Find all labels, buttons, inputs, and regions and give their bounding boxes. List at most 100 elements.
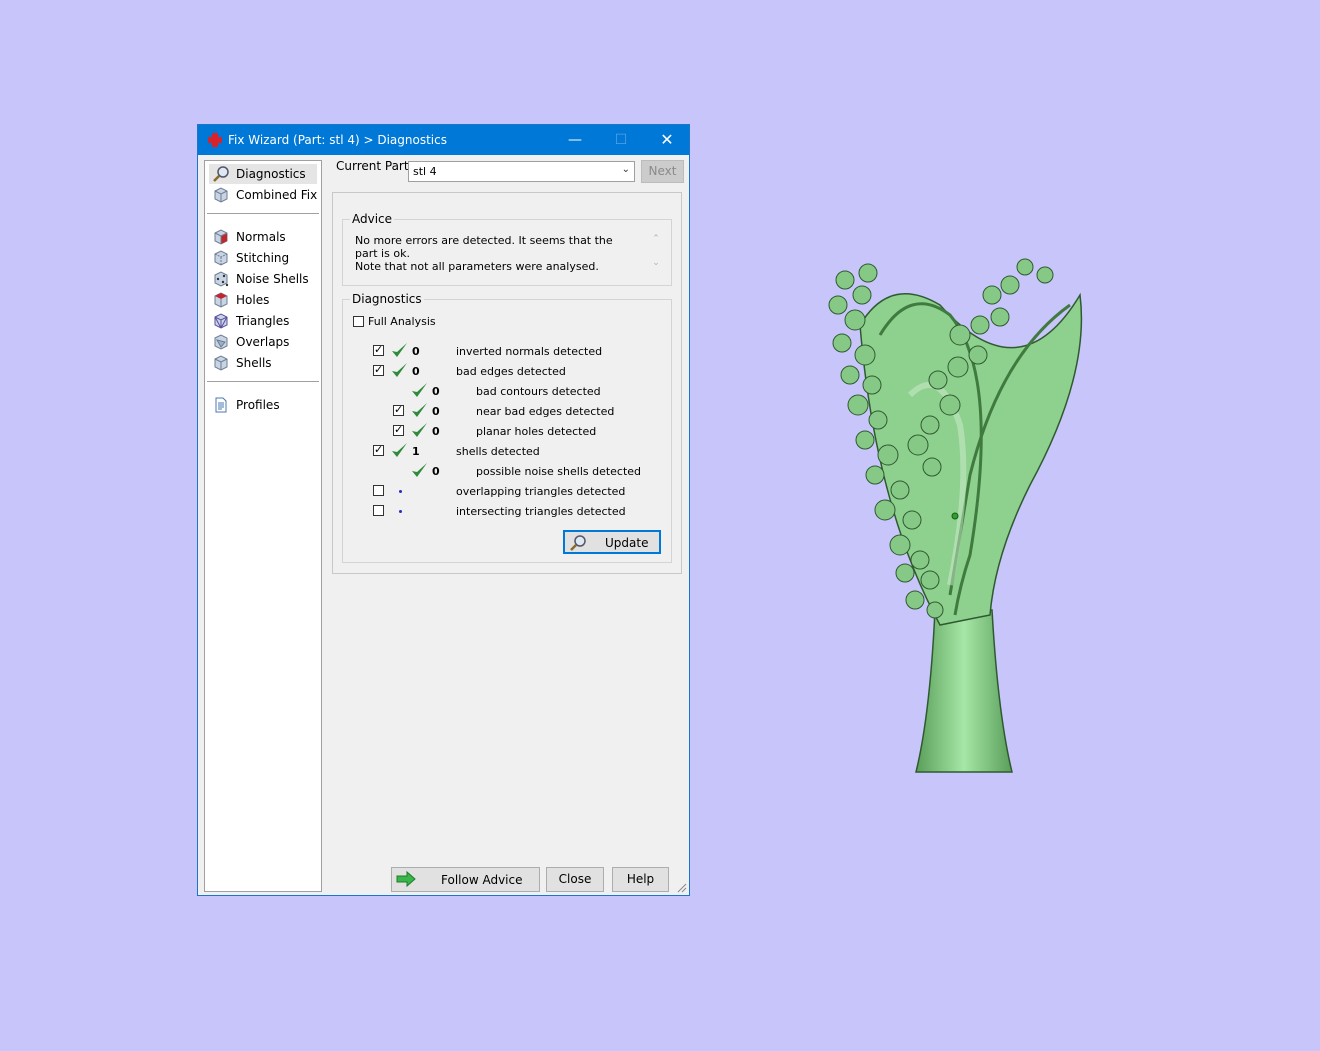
noise-shells-icon — [214, 271, 229, 287]
sidebar: Diagnostics Combined Fix Normals Stitchi… — [204, 160, 322, 892]
sidebar-item-label: Stitching — [236, 251, 290, 265]
green-check-icon — [412, 463, 427, 477]
sidebar-item-label: Triangles — [236, 314, 290, 328]
advice-line: Note that not all parameters were analys… — [355, 260, 599, 273]
sidebar-item-shells[interactable]: Shells — [209, 353, 317, 373]
close-window-button[interactable]: ✕ — [644, 125, 690, 155]
planar-holes-label: planar holes detected — [476, 425, 597, 438]
bad-contours-label: bad contours detected — [476, 385, 601, 398]
advice-line: No more errors are detected. It seems th… — [355, 234, 613, 260]
sidebar-item-label: Normals — [236, 230, 286, 244]
inverted-normals-checkbox[interactable]: ✓ — [373, 343, 384, 356]
overlapping-triangles-label: overlapping triangles detected — [456, 485, 626, 498]
green-check-icon — [412, 383, 427, 397]
shells-checkbox[interactable]: ✓ — [373, 443, 384, 456]
near-bad-edges-label: near bad edges detected — [476, 405, 615, 418]
green-check-icon — [392, 343, 407, 357]
advice-title: Advice — [350, 212, 395, 226]
minimize-button[interactable]: — — [552, 125, 598, 155]
sidebar-item-label: Overlaps — [236, 335, 290, 349]
green-check-icon — [412, 423, 427, 437]
red-cross-app-icon — [208, 133, 222, 147]
advice-text: No more errors are detected. It seems th… — [355, 234, 635, 273]
diagnostics-title: Diagnostics — [350, 292, 424, 306]
follow-advice-label: Follow Advice — [441, 873, 523, 887]
sidebar-item-holes[interactable]: Holes — [209, 290, 317, 310]
fix-wizard-window: Fix Wizard (Part: stl 4) > Diagnostics —… — [197, 124, 690, 896]
sidebar-divider — [207, 381, 319, 382]
chevron-down-icon: ⌄ — [621, 164, 630, 175]
sidebar-item-normals[interactable]: Normals — [209, 227, 317, 247]
near-bad-edges-checkbox[interactable]: ✓ — [393, 403, 404, 416]
sidebar-item-stitching[interactable]: Stitching — [209, 248, 317, 268]
current-part-value: stl 4 — [413, 165, 437, 178]
window-title: Fix Wizard (Part: stl 4) > Diagnostics — [228, 133, 447, 147]
sidebar-item-label: Diagnostics — [236, 167, 306, 181]
diagnostics-group: Diagnostics Full Analysis ✓ 0 inverted n… — [342, 292, 672, 563]
update-button[interactable]: Update — [563, 530, 661, 554]
inverted-normals-label: inverted normals detected — [456, 345, 603, 358]
inverted-normals-count: 0 — [412, 345, 420, 358]
cube-icon — [214, 187, 228, 203]
update-label: Update — [605, 536, 649, 550]
intersecting-triangles-checkbox[interactable] — [373, 505, 384, 516]
green-check-icon — [412, 403, 427, 417]
sidebar-item-noise-shells[interactable]: Noise Shells — [209, 269, 317, 289]
current-part-label: Current Part: — [336, 159, 413, 173]
help-button[interactable]: Help — [612, 867, 669, 892]
noise-shells-label: possible noise shells detected — [476, 465, 642, 478]
advice-group: Advice No more errors are detected. It s… — [342, 212, 672, 286]
sidebar-item-triangles[interactable]: Triangles — [209, 311, 317, 331]
triangles-cube-icon — [214, 313, 228, 329]
sidebar-item-label: Profiles — [236, 398, 280, 412]
current-part-select[interactable]: stl 4 ⌄ — [408, 161, 635, 182]
sidebar-item-profiles[interactable]: Profiles — [209, 395, 317, 415]
not-analysed-dot-icon — [399, 490, 402, 493]
shells-count: 1 — [412, 445, 420, 458]
sidebar-item-diagnostics[interactable]: Diagnostics — [209, 164, 317, 184]
maximize-button[interactable]: ☐ — [598, 125, 644, 155]
bad-edges-checkbox[interactable]: ✓ — [373, 363, 384, 376]
title-bar[interactable]: Fix Wizard (Part: stl 4) > Diagnostics —… — [198, 125, 689, 155]
next-button[interactable]: Next — [641, 160, 684, 183]
full-analysis-label: Full Analysis — [368, 315, 436, 328]
sidebar-item-label: Holes — [236, 293, 270, 307]
intersecting-triangles-label: intersecting triangles detected — [456, 505, 626, 518]
sidebar-item-label: Noise Shells — [236, 272, 309, 286]
holes-cube-icon — [214, 292, 228, 308]
green-check-icon — [392, 363, 407, 377]
sidebar-item-combined-fix[interactable]: Combined Fix — [209, 185, 317, 205]
scroll-down-icon[interactable]: ⌄ — [649, 258, 663, 268]
bad-contours-count: 0 — [432, 385, 440, 398]
scroll-up-icon[interactable]: ⌃ — [649, 234, 663, 244]
resize-grip-icon[interactable] — [677, 883, 687, 893]
overlaps-cube-icon — [214, 334, 228, 350]
bad-edges-label: bad edges detected — [456, 365, 566, 378]
sidebar-item-label: Shells — [236, 356, 272, 370]
not-analysed-dot-icon — [399, 510, 402, 513]
sidebar-divider — [207, 213, 319, 214]
full-analysis-checkbox[interactable] — [353, 316, 364, 327]
shells-cube-icon — [214, 355, 228, 371]
sidebar-item-overlaps[interactable]: Overlaps — [209, 332, 317, 352]
planar-holes-checkbox[interactable]: ✓ — [393, 423, 404, 436]
sidebar-item-label: Combined Fix — [236, 188, 318, 202]
main-panel: Advice No more errors are detected. It s… — [332, 192, 682, 574]
magnifier-icon — [213, 166, 229, 182]
follow-advice-button[interactable]: Follow Advice — [391, 867, 540, 892]
noise-shells-count: 0 — [432, 465, 440, 478]
shells-label: shells detected — [456, 445, 540, 458]
stitching-cube-icon — [214, 250, 228, 266]
document-icon — [215, 397, 227, 413]
3d-model-viewport[interactable] — [820, 255, 1090, 780]
near-bad-edges-count: 0 — [432, 405, 440, 418]
normals-cube-icon — [214, 229, 228, 245]
advice-scrollbar[interactable]: ⌃ ⌄ — [649, 234, 663, 278]
bad-edges-count: 0 — [412, 365, 420, 378]
magnifier-icon — [570, 535, 586, 551]
planar-holes-count: 0 — [432, 425, 440, 438]
green-arrow-right-icon — [396, 870, 416, 888]
green-check-icon — [392, 443, 407, 457]
close-button[interactable]: Close — [546, 867, 604, 892]
overlapping-triangles-checkbox[interactable] — [373, 485, 384, 496]
